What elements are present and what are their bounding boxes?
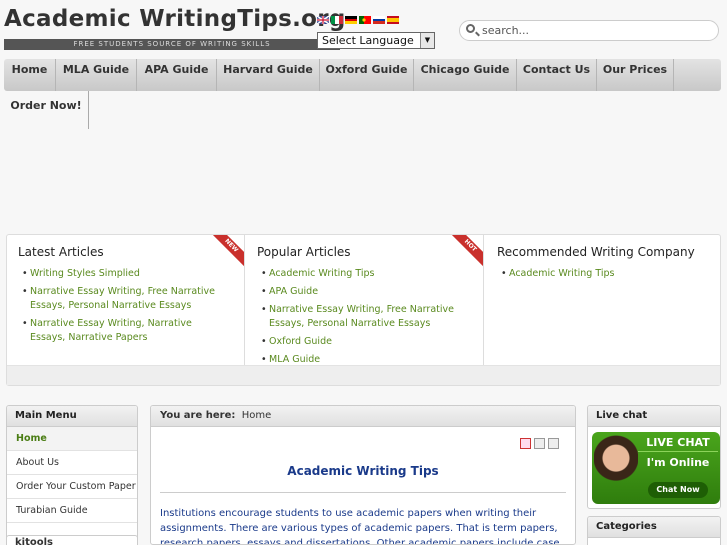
article-body: Institutions encourage students to use a…: [160, 508, 560, 545]
latest-articles: Latest Articles Writing Styles Simplied …: [7, 235, 244, 367]
features-footer: [7, 365, 720, 385]
search-input[interactable]: [482, 23, 712, 38]
search-box[interactable]: [459, 20, 719, 41]
live-chat-label: LIVE CHAT: [638, 434, 718, 452]
nav-order-now[interactable]: Order Now!: [4, 91, 89, 129]
nav-apa-guide[interactable]: APA Guide: [137, 59, 217, 91]
latest-articles-title: Latest Articles: [18, 245, 104, 259]
site-logo[interactable]: Academic WritingTips.org: [4, 6, 346, 32]
nav-chicago-guide[interactable]: Chicago Guide: [414, 59, 517, 91]
popular-articles-title: Popular Articles: [257, 245, 351, 259]
nav-oxford-guide[interactable]: Oxford Guide: [320, 59, 414, 91]
main-nav: Home MLA Guide APA Guide Harvard Guide O…: [4, 59, 721, 91]
popular-articles-list: Academic Writing Tips APA Guide Narrativ…: [261, 267, 461, 371]
recommended-list: Academic Writing Tips: [501, 267, 701, 285]
site-tagline: FREE STUDENTS SOURCE OF WRITING SKILLS: [4, 39, 340, 50]
menu-item-home[interactable]: Home: [7, 427, 137, 451]
menu-item-turabian-guide[interactable]: Turabian Guide: [7, 499, 137, 523]
categories-title: Categories: [588, 517, 720, 538]
germany-flag-icon[interactable]: [345, 16, 357, 24]
page: Academic WritingTips.org FREE STUDENTS S…: [0, 0, 727, 545]
nav-contact-us[interactable]: Contact Us: [517, 59, 597, 91]
hot-badge: HOT: [449, 235, 483, 269]
list-item[interactable]: Narrative Essay Writing, Free Narrative …: [261, 303, 461, 331]
list-item[interactable]: Writing Styles Simplied: [22, 267, 222, 281]
kitools-box-title: kitools: [6, 535, 138, 545]
recommended-title: Recommended Writing Company: [497, 245, 695, 259]
menu-item-order-custom-paper[interactable]: Order Your Custom Paper: [7, 475, 137, 499]
main-menu: Main Menu Home About Us Order Your Custo…: [6, 405, 138, 545]
column-divider: [483, 235, 484, 383]
main-nav-row-2: Order Now!: [4, 91, 90, 129]
italy-flag-icon[interactable]: [331, 16, 343, 24]
menu-item-about-us[interactable]: About Us: [7, 451, 137, 475]
email-icon[interactable]: [548, 438, 559, 449]
spain-flag-icon[interactable]: [387, 16, 399, 24]
chat-status: I'm Online: [646, 456, 710, 469]
russia-flag-icon[interactable]: [373, 16, 385, 24]
print-icon[interactable]: [534, 438, 545, 449]
live-chat-banner[interactable]: LIVE CHAT I'm Online Chat Now: [592, 432, 720, 504]
breadcrumb-label: You are here:: [160, 410, 236, 421]
nav-our-prices[interactable]: Our Prices: [597, 59, 674, 91]
list-item[interactable]: Academic Writing Tips: [261, 267, 461, 281]
nav-home[interactable]: Home: [4, 59, 56, 91]
popular-articles: Popular Articles Academic Writing Tips A…: [246, 235, 483, 367]
breadcrumb-home[interactable]: Home: [242, 410, 272, 421]
nav-mla-guide[interactable]: MLA Guide: [56, 59, 137, 91]
language-select-value: Select Language: [322, 34, 414, 47]
list-item[interactable]: Narrative Essay Writing, Narrative Essay…: [22, 317, 222, 345]
list-item[interactable]: Academic Writing Tips: [501, 267, 701, 281]
breadcrumb: You are here: Home: [151, 406, 575, 427]
live-chat-title: Live chat: [588, 406, 720, 427]
column-divider: [244, 235, 245, 383]
uk-flag-icon[interactable]: [317, 16, 329, 24]
search-icon: [466, 24, 475, 33]
article-title: Academic Writing Tips: [287, 464, 439, 478]
new-badge: NEW: [210, 235, 244, 269]
main-menu-title: Main Menu: [7, 406, 137, 427]
chat-now-button[interactable]: Chat Now: [648, 482, 708, 498]
nav-harvard-guide[interactable]: Harvard Guide: [217, 59, 320, 91]
article-tools: [520, 438, 559, 449]
categories-box: Categories: [587, 516, 721, 545]
divider: [160, 492, 566, 493]
main-content: You are here: Home Academic Writing Tips…: [150, 405, 576, 545]
dropdown-arrow-icon: ▼: [420, 33, 434, 48]
list-item[interactable]: Oxford Guide: [261, 335, 461, 349]
language-flags: [317, 16, 399, 24]
operator-avatar: [594, 435, 638, 501]
list-item[interactable]: APA Guide: [261, 285, 461, 299]
portugal-flag-icon[interactable]: [359, 16, 371, 24]
pdf-icon[interactable]: [520, 438, 531, 449]
live-chat-box: Live chat LIVE CHAT I'm Online Chat Now: [587, 405, 721, 509]
language-select[interactable]: Select Language ▼: [317, 32, 435, 49]
featured-articles: Latest Articles Writing Styles Simplied …: [6, 234, 721, 386]
recommended-company: Recommended Writing Company Academic Wri…: [486, 235, 721, 367]
list-item[interactable]: Narrative Essay Writing, Free Narrative …: [22, 285, 222, 313]
latest-articles-list: Writing Styles Simplied Narrative Essay …: [22, 267, 222, 349]
